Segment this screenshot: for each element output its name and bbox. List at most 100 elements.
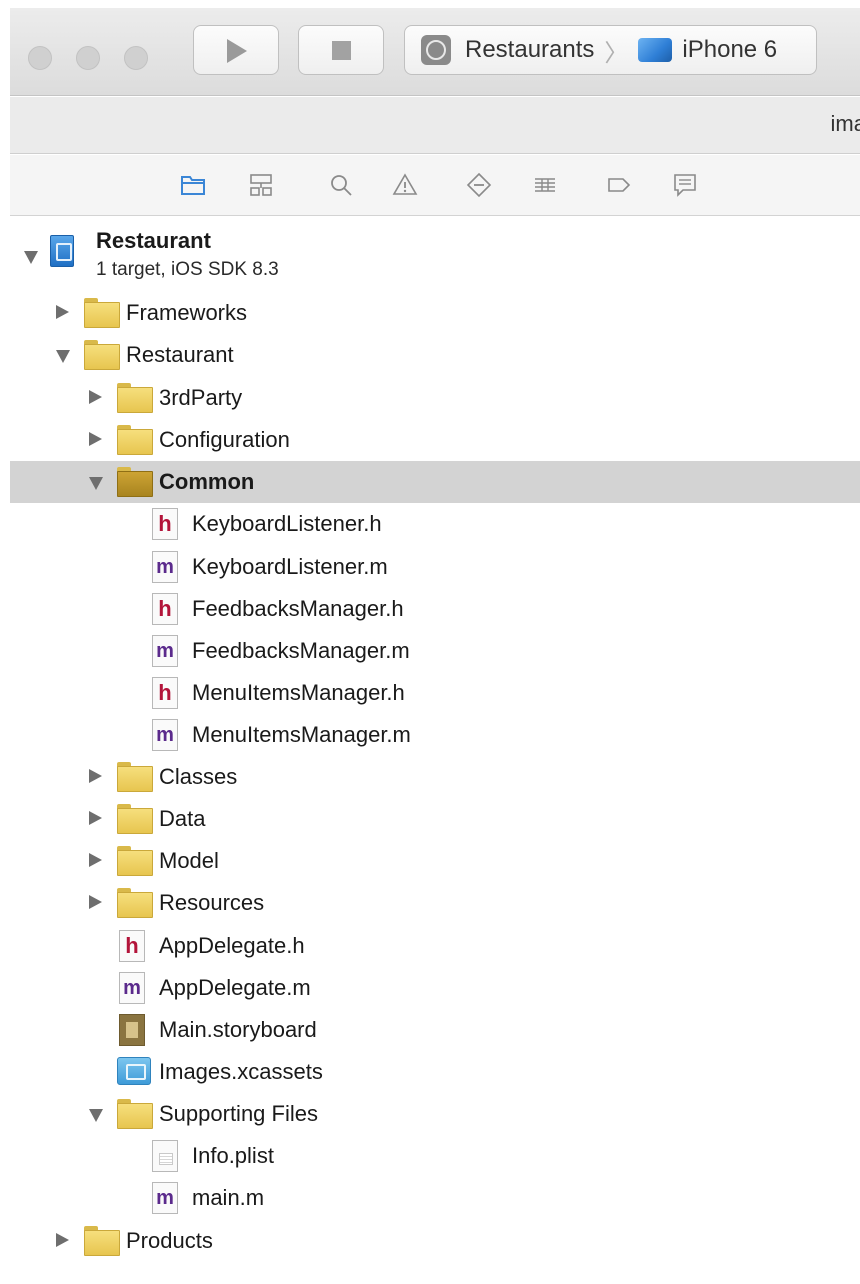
- tree-row-main-m[interactable]: m main.m: [10, 1177, 860, 1219]
- disclosure-expanded-icon[interactable]: [89, 477, 103, 490]
- disclosure-expanded-icon[interactable]: [89, 1109, 103, 1122]
- tree-item-label: Images.xcassets: [159, 1059, 323, 1084]
- project-subtitle: 1 target, iOS SDK 8.3: [96, 259, 279, 280]
- folder-icon: [84, 1226, 120, 1256]
- close-window-button[interactable]: [28, 46, 52, 70]
- tree-item-label: Products: [126, 1228, 213, 1253]
- tree-item-label: KeyboardListener.h: [192, 511, 382, 536]
- disclosure-collapsed-icon[interactable]: [89, 769, 102, 783]
- project-name: Restaurant: [96, 228, 211, 253]
- tree-item-label: Model: [159, 848, 219, 873]
- tree-row-configuration[interactable]: Configuration: [10, 419, 860, 461]
- objc-source-file-icon: m: [152, 635, 178, 667]
- header-file-icon: h: [152, 508, 178, 540]
- disclosure-collapsed-icon[interactable]: [56, 305, 69, 319]
- tree-item-label: FeedbacksManager.h: [192, 596, 404, 621]
- tree-item-label: Frameworks: [126, 300, 248, 325]
- tree-item-label: KeyboardListener.m: [192, 554, 388, 579]
- folder-icon: [84, 298, 120, 328]
- run-button[interactable]: [193, 25, 279, 75]
- folder-icon: [117, 846, 153, 876]
- objc-source-file-icon: m: [119, 972, 145, 1004]
- storyboard-file-icon: [119, 1014, 145, 1046]
- tree-item-label: FeedbacksManager.m: [192, 638, 410, 663]
- folder-icon: [117, 383, 153, 413]
- tree-item-label: Main.storyboard: [159, 1017, 317, 1042]
- disclosure-collapsed-icon[interactable]: [89, 853, 102, 867]
- tree-row-appdelegate-h[interactable]: h AppDelegate.h: [10, 925, 860, 967]
- zoom-window-button[interactable]: [124, 46, 148, 70]
- folder-icon: [117, 804, 153, 834]
- tree-row-menuitemsmanager-m[interactable]: m MenuItemsManager.m: [10, 714, 860, 756]
- scheme-device-label: iPhone 6: [682, 36, 778, 63]
- tree-row-common[interactable]: Common: [10, 461, 860, 503]
- disclosure-expanded-icon[interactable]: [56, 350, 70, 363]
- header-file-icon: h: [152, 677, 178, 709]
- objc-source-file-icon: m: [152, 719, 178, 751]
- disclosure-triangle-icon[interactable]: [24, 251, 38, 264]
- folder-icon: [84, 340, 120, 370]
- disclosure-collapsed-icon[interactable]: [89, 811, 102, 825]
- test-diamond-icon[interactable]: [466, 172, 492, 198]
- tree-item-label: Common: [159, 469, 255, 494]
- tree-row-supporting-files[interactable]: Supporting Files: [10, 1093, 860, 1135]
- tree-item-label: main.m: [192, 1185, 265, 1210]
- tree-item-label: Resources: [159, 890, 265, 915]
- play-icon: [227, 39, 247, 63]
- tree-row-info-plist[interactable]: Info.plist: [10, 1135, 860, 1177]
- header-file-icon: h: [119, 930, 145, 962]
- editor-tab-strip: ima: [10, 97, 860, 154]
- tree-row-classes[interactable]: Classes: [10, 756, 860, 798]
- warning-icon[interactable]: [392, 172, 418, 198]
- tree-row-appdelegate-m[interactable]: m AppDelegate.m: [10, 967, 860, 1009]
- hierarchy-icon[interactable]: [248, 172, 274, 198]
- tree-row-feedbacksmanager-m[interactable]: m FeedbacksManager.m: [10, 630, 860, 672]
- tree-row-restaurant[interactable]: Restaurant: [10, 334, 860, 376]
- tree-row-main-storyboard[interactable]: Main.storyboard: [10, 1009, 860, 1051]
- disclosure-collapsed-icon[interactable]: [89, 895, 102, 909]
- search-icon[interactable]: [328, 172, 354, 198]
- tree-item-label: Restaurant: [126, 342, 234, 367]
- tree-item-label: MenuItemsManager.m: [192, 722, 411, 747]
- tree-row-products[interactable]: Products: [10, 1220, 860, 1262]
- folder-icon: [117, 888, 153, 918]
- tree-row-3rdparty[interactable]: 3rdParty: [10, 377, 860, 419]
- minimize-window-button[interactable]: [76, 46, 100, 70]
- tree-row-keyboardlistener-h[interactable]: h KeyboardListener.h: [10, 503, 860, 545]
- stop-icon: [332, 41, 351, 60]
- folder-icon: [117, 425, 153, 455]
- tree-item-label: Configuration: [159, 427, 290, 452]
- folder-icon[interactable]: [180, 172, 206, 198]
- folder-icon: [117, 1099, 153, 1129]
- disclosure-collapsed-icon[interactable]: [89, 432, 102, 446]
- navigator-selector-bar: [10, 155, 860, 216]
- folder-icon: [117, 467, 153, 497]
- editor-tab-title[interactable]: ima: [831, 111, 860, 137]
- tree-item-label: 3rdParty: [159, 385, 243, 410]
- folder-icon: [117, 762, 153, 792]
- plist-file-icon: [152, 1140, 178, 1172]
- disclosure-collapsed-icon[interactable]: [56, 1233, 69, 1247]
- scheme-selector[interactable]: Restaurants 〉 iPhone 6: [404, 25, 817, 75]
- tree-row-feedbacksmanager-h[interactable]: h FeedbacksManager.h: [10, 588, 860, 630]
- tree-item-label: AppDelegate.h: [159, 933, 305, 958]
- tree-item-label: AppDelegate.m: [159, 975, 311, 1000]
- tree-item-label: Classes: [159, 764, 238, 789]
- disclosure-collapsed-icon[interactable]: [89, 390, 102, 404]
- tree-item-label: Data: [159, 806, 206, 831]
- tree-row-images-xcassets[interactable]: Images.xcassets: [10, 1051, 860, 1093]
- tree-item-label: MenuItemsManager.h: [192, 680, 405, 705]
- iphone-device-icon: [638, 38, 673, 62]
- tree-row-model[interactable]: Model: [10, 840, 860, 882]
- scheme-target-label: Restaurants: [465, 36, 595, 63]
- project-root-row[interactable]: Restaurant 1 target, iOS SDK 8.3: [10, 217, 860, 291]
- tree-row-frameworks[interactable]: Frameworks: [10, 292, 860, 334]
- tree-row-resources[interactable]: Resources: [10, 882, 860, 924]
- breakpoint-icon[interactable]: [606, 172, 632, 198]
- report-icon[interactable]: [672, 172, 698, 198]
- tree-row-menuitemsmanager-h[interactable]: h MenuItemsManager.h: [10, 672, 860, 714]
- tree-row-keyboardlistener-m[interactable]: m KeyboardListener.m: [10, 546, 860, 588]
- debug-list-icon[interactable]: [532, 172, 558, 198]
- tree-row-data[interactable]: Data: [10, 798, 860, 840]
- stop-button[interactable]: [298, 25, 384, 75]
